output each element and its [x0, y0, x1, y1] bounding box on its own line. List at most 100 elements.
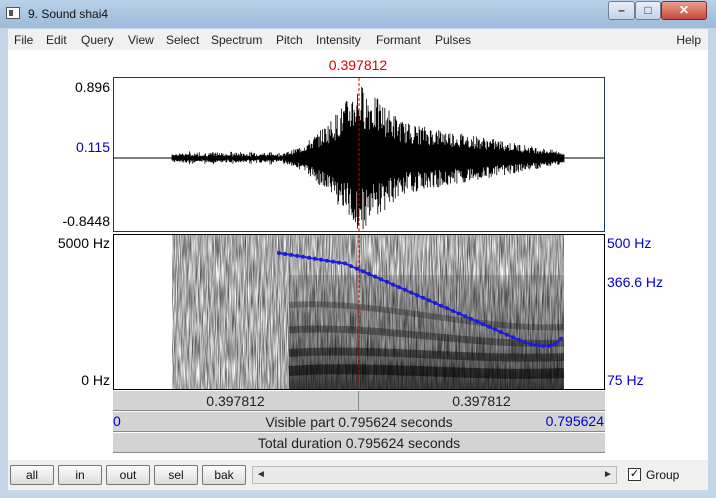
pitch-point	[535, 343, 539, 348]
pitch-point	[505, 332, 509, 337]
waveform-panel[interactable]	[113, 77, 605, 232]
pitch-point	[421, 295, 425, 300]
window-title: 9. Sound shai4	[28, 7, 109, 21]
pitch-point	[463, 314, 467, 319]
sound-view-area[interactable]: 0.397812 0.896 0.115 -0.8448 5000 Hz 0 H…	[8, 50, 708, 460]
waveform-samples	[171, 86, 565, 230]
pitch-point	[499, 330, 503, 335]
time-right-of-cursor: 0.397812	[452, 393, 511, 409]
horizontal-scrollbar[interactable]: ◄ ►	[252, 466, 617, 484]
pitch-point	[511, 335, 515, 340]
scroll-left-arrow-icon[interactable]: ◄	[253, 467, 269, 483]
pitch-point	[439, 303, 443, 308]
menu-spectrum[interactable]: Spectrum	[211, 33, 262, 47]
menu-query[interactable]: Query	[81, 33, 114, 47]
pitch-point	[319, 257, 323, 262]
pitch-point	[337, 260, 341, 265]
waveform-max-label: 0.896	[74, 79, 110, 95]
pitch-point	[301, 254, 305, 259]
waveform-cursor-value-label: 0.115	[76, 139, 110, 155]
cursor-time-label: 0.397812	[328, 57, 388, 73]
waveform-min-label: -0.8448	[62, 213, 110, 229]
menu-bar: File Edit Query View Select Spectrum Pit…	[8, 29, 708, 50]
menu-formant[interactable]: Formant	[376, 33, 421, 47]
pitch-point	[427, 298, 431, 303]
close-button[interactable]: ✕	[661, 1, 707, 20]
pitch-point	[445, 306, 449, 311]
pitch-point	[379, 277, 383, 282]
formant-band-1	[288, 364, 565, 379]
total-duration-label: Total duration 0.795624 seconds	[257, 435, 461, 451]
menu-pulses[interactable]: Pulses	[435, 33, 471, 47]
pitch-value-label: 366.6 Hz	[607, 274, 664, 290]
minimize-button[interactable]: –	[608, 1, 635, 20]
pitch-point	[277, 251, 281, 255]
title-bar[interactable]: 9. Sound shai4 – □ ✕	[0, 0, 716, 28]
pitch-point	[559, 336, 563, 341]
pitch-point	[325, 258, 329, 263]
pitch-point	[295, 253, 299, 258]
pitch-point	[481, 322, 485, 327]
pitch-point	[397, 285, 401, 290]
pitch-point	[403, 287, 407, 292]
menu-view[interactable]: View	[128, 33, 154, 47]
pitch-point	[349, 264, 353, 269]
zoom-selection-button[interactable]: sel	[154, 465, 198, 485]
zoom-in-button[interactable]: in	[58, 465, 102, 485]
pitch-point	[373, 274, 377, 279]
pitch-point	[469, 316, 473, 321]
pitch-point	[493, 327, 497, 332]
pitch-point	[367, 272, 371, 276]
pitch-point	[529, 342, 533, 347]
window-frame-right	[708, 29, 716, 498]
menu-help[interactable]: Help	[676, 33, 701, 47]
pitch-point	[457, 311, 461, 316]
zoom-back-button[interactable]: bak	[202, 465, 246, 485]
pitch-point	[553, 342, 557, 346]
pitch-point	[409, 290, 413, 295]
pitch-point	[313, 256, 317, 261]
praat-sound-window: 9. Sound shai4 – □ ✕ File Edit Query Vie…	[0, 0, 716, 498]
scroll-right-arrow-icon[interactable]: ►	[600, 467, 616, 483]
pitch-point	[547, 343, 551, 348]
pitch-point	[283, 252, 287, 256]
menu-intensity[interactable]: Intensity	[316, 33, 361, 47]
total-duration-bar[interactable]: Total duration 0.795624 seconds	[113, 432, 605, 453]
bottom-button-bar: all in out sel bak ◄ ► ✓ Group	[8, 460, 708, 490]
spectrogram-bottom-frequency-label: 0 Hz	[81, 372, 110, 388]
pitch-point	[487, 324, 491, 329]
time-left-of-cursor: 0.397812	[206, 393, 265, 409]
menu-file[interactable]: File	[14, 33, 33, 47]
menu-edit[interactable]: Edit	[46, 33, 67, 47]
maximize-button[interactable]: □	[635, 1, 661, 20]
spectrogram-top-frequency-label: 5000 Hz	[57, 235, 110, 251]
zoom-out-button[interactable]: out	[106, 465, 150, 485]
editor-client: File Edit Query View Select Spectrum Pit…	[8, 29, 708, 490]
waveform-trace	[171, 86, 565, 230]
pitch-point	[451, 309, 455, 313]
visible-start-time: 0	[113, 413, 121, 429]
menu-pitch[interactable]: Pitch	[276, 33, 303, 47]
pitch-point	[541, 344, 545, 348]
pitch-point	[475, 319, 479, 324]
spectrogram-panel[interactable]	[113, 234, 605, 390]
group-checkbox[interactable]: ✓	[628, 468, 641, 481]
pitch-point	[355, 266, 359, 271]
pitch-bottom-label: 75 Hz	[607, 372, 644, 388]
pitch-point	[307, 255, 311, 260]
pitch-point	[415, 293, 419, 298]
pitch-point	[343, 261, 347, 266]
menu-select[interactable]: Select	[166, 33, 199, 47]
cursor-time-bar[interactable]: 0.397812 0.397812	[113, 390, 605, 411]
pitch-point	[517, 338, 521, 342]
pitch-point	[289, 252, 293, 257]
pitch-point	[391, 282, 395, 287]
pitch-point	[361, 269, 365, 274]
window-icon	[6, 7, 20, 19]
pitch-point	[523, 340, 527, 345]
pitch-top-label: 500 Hz	[607, 235, 652, 251]
zoom-all-button[interactable]: all	[10, 465, 54, 485]
pitch-point	[385, 279, 389, 284]
pitch-point	[433, 301, 437, 305]
visible-end-time: 0.795624	[545, 413, 604, 429]
